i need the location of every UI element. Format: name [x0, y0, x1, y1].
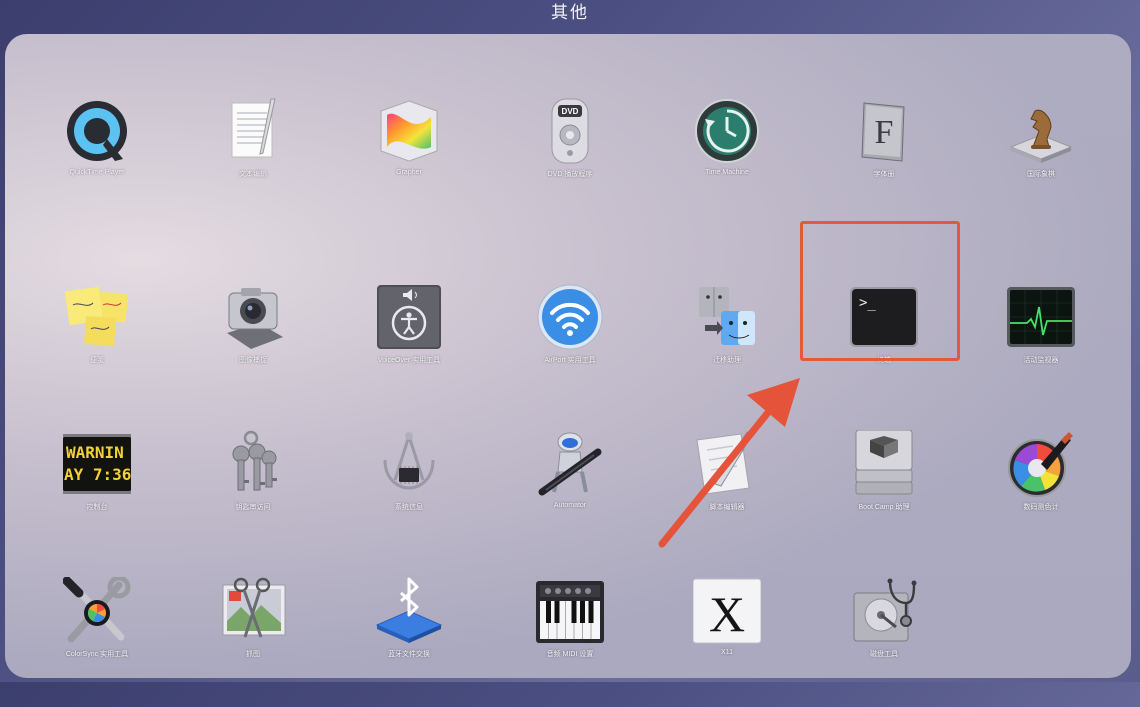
color-meter-icon: [1008, 432, 1073, 497]
app-disk-utility[interactable]: 磁盘工具: [809, 577, 959, 707]
terminal-highlight-box: [800, 221, 960, 361]
x11-icon: X: [693, 578, 761, 644]
app-dvd-player[interactable]: DVD DVD 播放程序: [495, 97, 645, 227]
app-script-editor[interactable]: 脚本编辑器: [652, 430, 802, 560]
app-grapher[interactable]: Grapher: [334, 97, 484, 227]
stickies-icon: [64, 286, 129, 347]
chess-icon: [1009, 109, 1073, 163]
app-migration-assistant[interactable]: 迁移助理: [652, 283, 802, 413]
disk-utility-icon: [853, 578, 917, 642]
app-digital-color-meter[interactable]: 数码测色计: [966, 430, 1116, 560]
app-time-machine[interactable]: Time Machine: [652, 97, 802, 227]
textedit-icon: [231, 98, 276, 158]
svg-text:X: X: [709, 586, 745, 642]
system-information-icon: [383, 432, 435, 490]
dvd-player-icon: DVD: [551, 98, 589, 164]
bluetooth-file-exchange-icon: [375, 577, 443, 643]
app-textedit[interactable]: 文本编辑: [178, 97, 328, 227]
migration-assistant-icon: [699, 287, 755, 345]
app-image-capture[interactable]: 图像捕捉: [178, 283, 328, 413]
app-keychain-access[interactable]: 钥匙串访问: [178, 430, 328, 560]
app-boot-camp[interactable]: Boot Camp 助理: [809, 430, 959, 560]
app-bluetooth-file-exchange[interactable]: 蓝牙文件交换: [334, 577, 484, 707]
svg-text:AY 7:36: AY 7:36: [64, 465, 131, 484]
app-x11[interactable]: X X11: [652, 577, 802, 707]
image-capture-icon: [227, 288, 283, 349]
colorsync-icon: [63, 577, 131, 643]
svg-text:F: F: [875, 114, 894, 151]
app-audio-midi-setup[interactable]: 音频 MIDI 设置: [495, 577, 645, 707]
activity-monitor-icon: [1007, 287, 1075, 347]
grab-icon: [222, 577, 286, 638]
app-system-information[interactable]: 系统信息: [334, 430, 484, 560]
boot-camp-icon: [855, 430, 913, 495]
folder-title: 其他: [551, 3, 589, 22]
console-icon: WARNIN AY 7:36: [63, 434, 131, 494]
grapher-icon: [380, 100, 438, 162]
font-book-icon: F: [861, 102, 905, 162]
app-quicktime[interactable]: QuickTime Player: [22, 97, 172, 227]
voiceover-icon: [377, 285, 441, 349]
quicktime-icon: [67, 101, 127, 161]
app-airport-utility[interactable]: AirPort 实用工具: [495, 283, 645, 413]
app-voiceover-utility[interactable]: VoiceOver 实用工具: [334, 283, 484, 413]
airport-icon: [537, 284, 603, 350]
app-grab[interactable]: 抓图: [178, 577, 328, 707]
app-colorsync-utility[interactable]: ColorSync 实用工具: [22, 577, 172, 707]
svg-text:WARNIN: WARNIN: [66, 443, 124, 462]
app-stickies[interactable]: 便笺: [22, 283, 172, 413]
automator-icon: [538, 432, 602, 496]
audio-midi-icon: [536, 581, 604, 643]
svg-text:DVD: DVD: [562, 107, 579, 116]
app-automator[interactable]: Automator: [495, 430, 645, 560]
time-machine-icon: [695, 99, 759, 163]
app-font-book[interactable]: F 字体册: [809, 97, 959, 227]
launchpad-folder-panel: QuickTime Player 文本编辑 Grapher DVD DVD 播放…: [5, 34, 1131, 678]
script-editor-icon: [696, 431, 752, 495]
keychain-icon: [232, 430, 277, 491]
app-chess[interactable]: 国际象棋: [966, 97, 1116, 227]
app-grid: QuickTime Player 文本编辑 Grapher DVD DVD 播放…: [5, 34, 1131, 678]
app-console[interactable]: WARNIN AY 7:36 控制台: [22, 430, 172, 560]
app-activity-monitor[interactable]: 活动监视器: [966, 283, 1116, 413]
